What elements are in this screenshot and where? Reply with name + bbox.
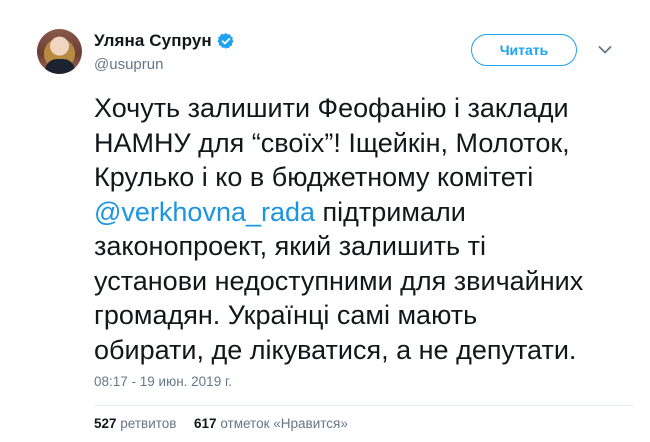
divider <box>94 405 634 406</box>
tweet-line: громадян. Українці самі мають <box>94 300 478 330</box>
avatar-shoulders <box>45 59 75 74</box>
mention-link[interactable]: @verkhovna_rada <box>94 197 315 227</box>
chevron-down-icon[interactable] <box>598 45 612 55</box>
tweet-timestamp[interactable]: 08:17 - 19 июн. 2019 г. <box>94 374 232 389</box>
follow-button[interactable]: Читать <box>471 34 577 66</box>
tweet-line-text: підтримали <box>315 196 466 227</box>
likes-count[interactable]: 617 <box>194 416 217 431</box>
author-block: Уляна Супрун @usuprun <box>94 30 235 73</box>
display-name-row: Уляна Супрун <box>94 30 235 52</box>
tweet-line: Крулько і ко в бюджетному комітеті <box>94 162 534 192</box>
retweets-label[interactable]: ретвитов <box>120 416 176 431</box>
tweet-card: Уляна Супрун @usuprun Читать Хочуть зали… <box>0 0 650 442</box>
tweet-line: Хочуть залишити Феофанію і заклади <box>94 93 569 123</box>
author-display-name[interactable]: Уляна Супрун <box>94 31 212 51</box>
tweet-line: НАМНУ для “своїх”! Іщейкін, Молоток, <box>94 127 570 158</box>
tweet-stats: 527 ретвитов 617 отметок «Нравится» <box>94 416 348 431</box>
retweets-count[interactable]: 527 <box>94 416 117 431</box>
verified-badge-icon <box>217 33 234 49</box>
tweet-line: обирати, де лікуватися, а не депутати. <box>94 334 577 365</box>
tweet-line: @verkhovna_rada підтримали <box>94 195 634 230</box>
likes-label[interactable]: отметок «Нравится» <box>220 416 348 431</box>
tweet-text: Хочуть залишити Феофанію і заклади НАМНУ… <box>94 91 634 367</box>
tweet-line: законопроект, який залишить ті <box>94 231 486 261</box>
author-handle[interactable]: @usuprun <box>94 56 235 73</box>
avatar[interactable] <box>37 29 82 74</box>
tweet-line: установи недоступними для звичайних <box>94 265 584 296</box>
